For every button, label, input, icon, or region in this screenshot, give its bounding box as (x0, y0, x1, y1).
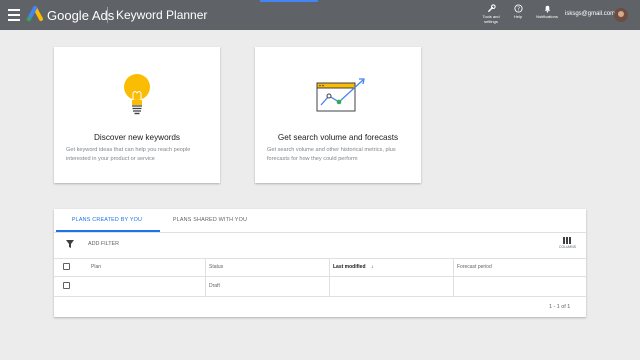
card-description: Get search volume and other historical m… (267, 147, 396, 162)
search-volume-forecasts-card[interactable]: Get search volume and forecasts Get sear… (255, 47, 421, 183)
tab-plans-shared-with-you[interactable]: PLANS SHARED WITH YOU (166, 209, 254, 232)
wrench-icon (487, 4, 496, 12)
add-filter-button[interactable]: ADD FILTER (88, 241, 119, 247)
column-divider (329, 258, 330, 297)
page-title: Keyword Planner (116, 8, 208, 22)
columns-icon (563, 237, 572, 244)
column-divider (205, 258, 206, 297)
tools-and-settings-button[interactable]: Tools and settings (480, 4, 502, 24)
row-checkbox[interactable] (63, 282, 70, 289)
sort-arrow-icon: ↓ (370, 264, 374, 270)
column-header-plan[interactable]: Plan (91, 264, 101, 270)
column-header-last-modified[interactable]: Last modified ↓ (333, 264, 373, 270)
card-title: Discover new keywords (94, 133, 180, 142)
help-button[interactable]: ? Help (510, 4, 526, 19)
google-ads-logo (26, 6, 43, 22)
table-bottom-divider (54, 296, 586, 297)
lightbulb-icon (124, 74, 150, 115)
help-icon: ? (513, 4, 523, 13)
account-email[interactable]: isksgs@gmail.com (565, 11, 615, 17)
column-header-status[interactable]: Status (209, 264, 223, 270)
status-cell: Draft (209, 283, 220, 289)
loading-indicator (260, 0, 318, 2)
svg-text:?: ? (517, 7, 520, 13)
table-header-bottom-divider (54, 276, 586, 277)
columns-label: COLUMNS (559, 245, 576, 249)
pagination-text: 1 - 1 of 1 (549, 304, 571, 310)
bell-icon (544, 5, 550, 13)
column-header-forecast-period[interactable]: Forecast period (457, 264, 492, 270)
column-header-label: Last modified (333, 264, 366, 270)
brand-name: Google Ads (47, 8, 115, 23)
plans-panel: PLANS CREATED BY YOU PLANS SHARED WITH Y… (54, 209, 586, 317)
select-all-checkbox[interactable] (63, 263, 70, 270)
tab-plans-created-by-you[interactable]: PLANS CREATED BY YOU (54, 209, 160, 232)
help-label: Help (513, 14, 523, 19)
card-title: Get search volume and forecasts (277, 133, 399, 142)
card-description: Get keyword ideas that can help you reac… (66, 147, 191, 162)
notifications-label: Notifications (536, 14, 558, 19)
columns-button[interactable]: COLUMNS (559, 237, 576, 249)
top-app-bar: Google Ads Keyword Planner Tools and set… (0, 0, 640, 30)
avatar[interactable] (614, 8, 628, 22)
tabs-divider (54, 232, 586, 233)
notifications-button[interactable]: Notifications (533, 4, 561, 19)
chart-trend-icon (316, 78, 365, 112)
filter-icon[interactable] (66, 240, 74, 248)
column-divider (453, 258, 454, 297)
header-divider (107, 7, 108, 23)
discover-keywords-card[interactable]: Discover new keywords Get keyword ideas … (54, 47, 220, 183)
table-header-top-divider (54, 258, 586, 259)
menu-icon[interactable] (8, 9, 20, 21)
tools-and-settings-label: Tools and settings (482, 14, 500, 24)
